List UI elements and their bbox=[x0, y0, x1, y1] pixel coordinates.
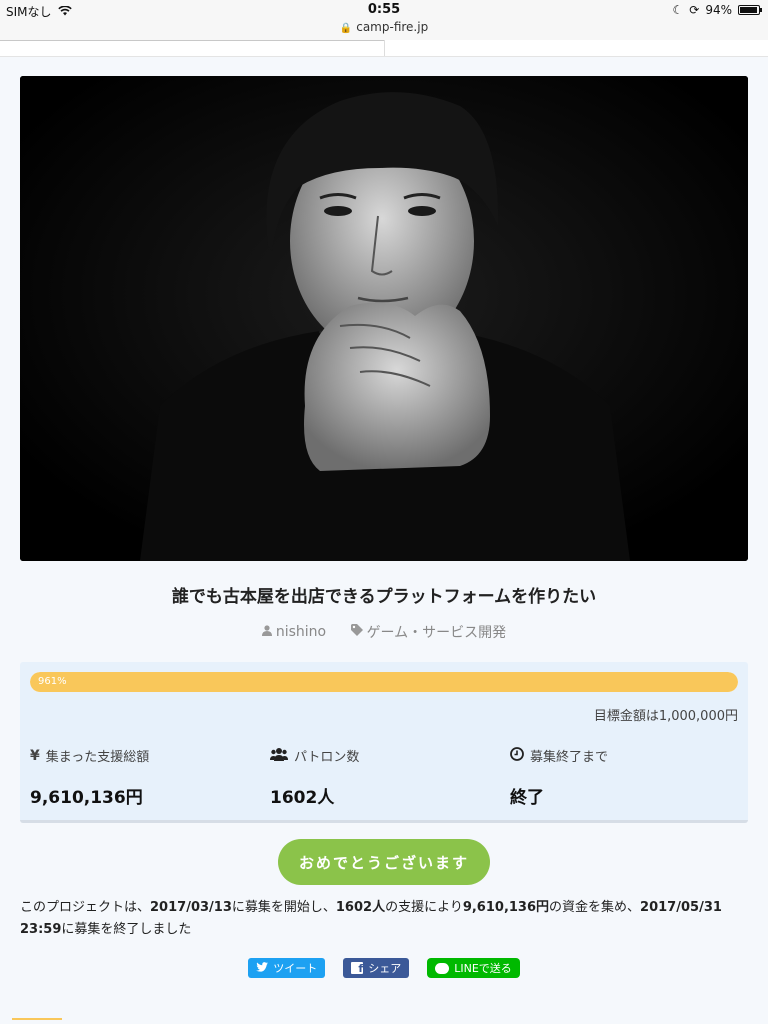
summary-start-date: 2017/03/13 bbox=[150, 900, 232, 915]
patrons-label: パトロン数 bbox=[294, 750, 360, 765]
line-icon bbox=[435, 962, 450, 974]
line-share-button[interactable]: LINEで送る bbox=[427, 958, 520, 978]
category-name: ゲーム・サービス開発 bbox=[366, 625, 507, 641]
summary-text-1: このプロジェクトは、 bbox=[20, 900, 151, 915]
share-buttons: ツイート f シェア LINEで送る bbox=[0, 958, 768, 978]
author-name: nishino bbox=[275, 624, 327, 640]
stat-total-raised: ¥ 集まった支援総額 9,610,136円 bbox=[30, 746, 260, 809]
progress-fill bbox=[30, 672, 738, 692]
yen-icon: ¥ bbox=[30, 747, 40, 764]
facebook-icon: f bbox=[351, 962, 364, 975]
patrons-value: 1602人 bbox=[270, 788, 335, 808]
author-link[interactable]: nishino bbox=[261, 624, 327, 640]
clock-icon bbox=[510, 746, 524, 765]
stat-label: ¥ 集まった支援総額 bbox=[30, 746, 260, 766]
summary-text-5: に募集を終了しました bbox=[61, 922, 192, 937]
project-meta: nishino ゲーム・サービス開発 bbox=[0, 622, 768, 642]
ios-status-bar: SIMなし 0:55 ☾ ⟳ 94% bbox=[0, 0, 768, 20]
funding-panel: 961% 目標金額は1,000,000円 ¥ 集まった支援総額 9,610,13… bbox=[20, 662, 748, 823]
goal-amount: 目標金額は1,000,000円 bbox=[593, 709, 738, 724]
facebook-share-button[interactable]: f シェア bbox=[343, 958, 410, 978]
summary-amount: 9,610,136円 bbox=[462, 900, 550, 915]
battery-percent: 94% bbox=[705, 3, 732, 17]
top-nav-strip bbox=[0, 40, 768, 57]
stat-label: 募集終了まで bbox=[510, 746, 740, 765]
active-tab-indicator bbox=[0, 40, 384, 41]
summary-text-3: の支援により bbox=[385, 900, 463, 915]
rotation-lock-icon: ⟳ bbox=[689, 3, 700, 17]
user-icon bbox=[261, 624, 272, 640]
battery-icon bbox=[738, 5, 762, 15]
stat-label: パトロン数 bbox=[270, 746, 500, 765]
progress-percent: 961% bbox=[38, 676, 67, 687]
stat-patrons: パトロン数 1602人 bbox=[270, 746, 500, 808]
nav-divider bbox=[384, 40, 385, 56]
twitter-icon bbox=[256, 961, 269, 975]
stat-time-left: 募集終了まで 終了 bbox=[510, 746, 740, 808]
tweet-label: ツイート bbox=[273, 962, 318, 975]
total-raised-label: 集まった支援総額 bbox=[45, 750, 150, 765]
progress-bar: 961% bbox=[30, 672, 738, 692]
footer-accent-line bbox=[12, 1018, 62, 1020]
time-left-label: 募集終了まで bbox=[530, 750, 609, 765]
users-icon bbox=[270, 747, 288, 765]
status-time: 0:55 bbox=[367, 2, 401, 17]
portrait-image bbox=[20, 76, 748, 561]
total-raised-value: 9,610,136円 bbox=[30, 788, 143, 808]
project-title: 誰でも古本屋を出店できるプラットフォームを作りたい bbox=[171, 587, 597, 607]
line-label: LINEで送る bbox=[454, 962, 512, 975]
time-left-value: 終了 bbox=[510, 788, 544, 808]
address-bar[interactable]: 🔒 camp-fire.jp bbox=[0, 20, 768, 40]
lock-icon: 🔒 bbox=[339, 23, 353, 34]
tag-icon bbox=[350, 624, 363, 640]
summary-text-4: の資金を集め、 bbox=[549, 900, 641, 915]
url-text: camp-fire.jp bbox=[356, 20, 429, 34]
congrats-button[interactable]: おめでとうございます bbox=[278, 839, 490, 885]
summary-text-2: に募集を開始し、 bbox=[231, 900, 336, 915]
category-link[interactable]: ゲーム・サービス開発 bbox=[350, 622, 507, 642]
moon-icon: ☾ bbox=[672, 3, 684, 17]
project-hero-image[interactable] bbox=[20, 76, 748, 561]
tweet-button[interactable]: ツイート bbox=[248, 958, 326, 978]
facebook-label: シェア bbox=[368, 962, 402, 975]
status-right: ☾ ⟳ 94% bbox=[672, 3, 762, 17]
project-summary: このプロジェクトは、2017/03/13に募集を開始し、1602人の支援により9… bbox=[20, 897, 748, 941]
summary-patrons: 1602人 bbox=[335, 900, 386, 915]
